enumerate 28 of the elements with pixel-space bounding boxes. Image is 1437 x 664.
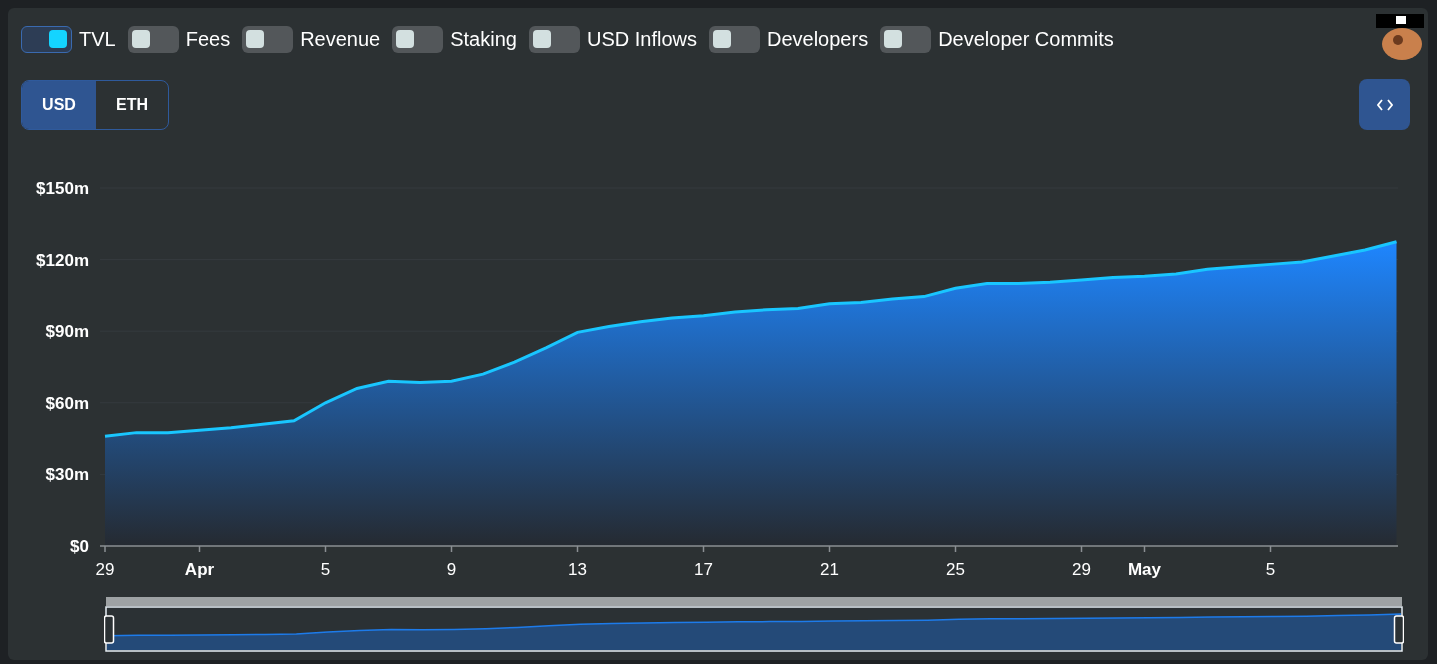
axis-label: $0 — [70, 537, 89, 556]
axis-label: $120m — [36, 250, 89, 270]
currency-tab[interactable]: USD — [22, 80, 96, 129]
axis-label: 21 — [820, 560, 839, 579]
toggle-switch[interactable]: Fees — [127, 24, 231, 54]
toggle-switch[interactable]: Developers — [708, 24, 869, 54]
axis-label: Apr — [184, 560, 215, 579]
toggle-switch[interactable]: Staking — [392, 24, 517, 54]
range-slider[interactable] — [104, 597, 1404, 652]
axis-label: 29 — [1072, 560, 1091, 579]
currency-tab[interactable]: ETH — [96, 80, 168, 129]
axis-label: May — [1127, 560, 1162, 579]
axis-label: $150m — [36, 179, 89, 198]
axis-label: 29 — [95, 560, 115, 579]
axis-label: 13 — [568, 560, 587, 579]
code-icon — [1376, 98, 1393, 111]
axis-label: 9 — [446, 560, 457, 579]
axis-label: $30m — [45, 465, 89, 485]
axis-label: 5 — [320, 560, 331, 579]
toggle-switch[interactable]: Revenue — [242, 24, 381, 54]
embed-button[interactable] — [1359, 79, 1410, 130]
axis-label: $90m — [45, 322, 89, 342]
axis-label: 5 — [1265, 560, 1276, 579]
toggle-switch[interactable]: Developer Commits — [880, 24, 1114, 54]
axis-label: 17 — [694, 560, 713, 579]
axis-label: 25 — [946, 560, 965, 579]
axis-label: $60m — [45, 393, 89, 413]
toggle-switch[interactable]: USD Inflows — [528, 24, 697, 54]
